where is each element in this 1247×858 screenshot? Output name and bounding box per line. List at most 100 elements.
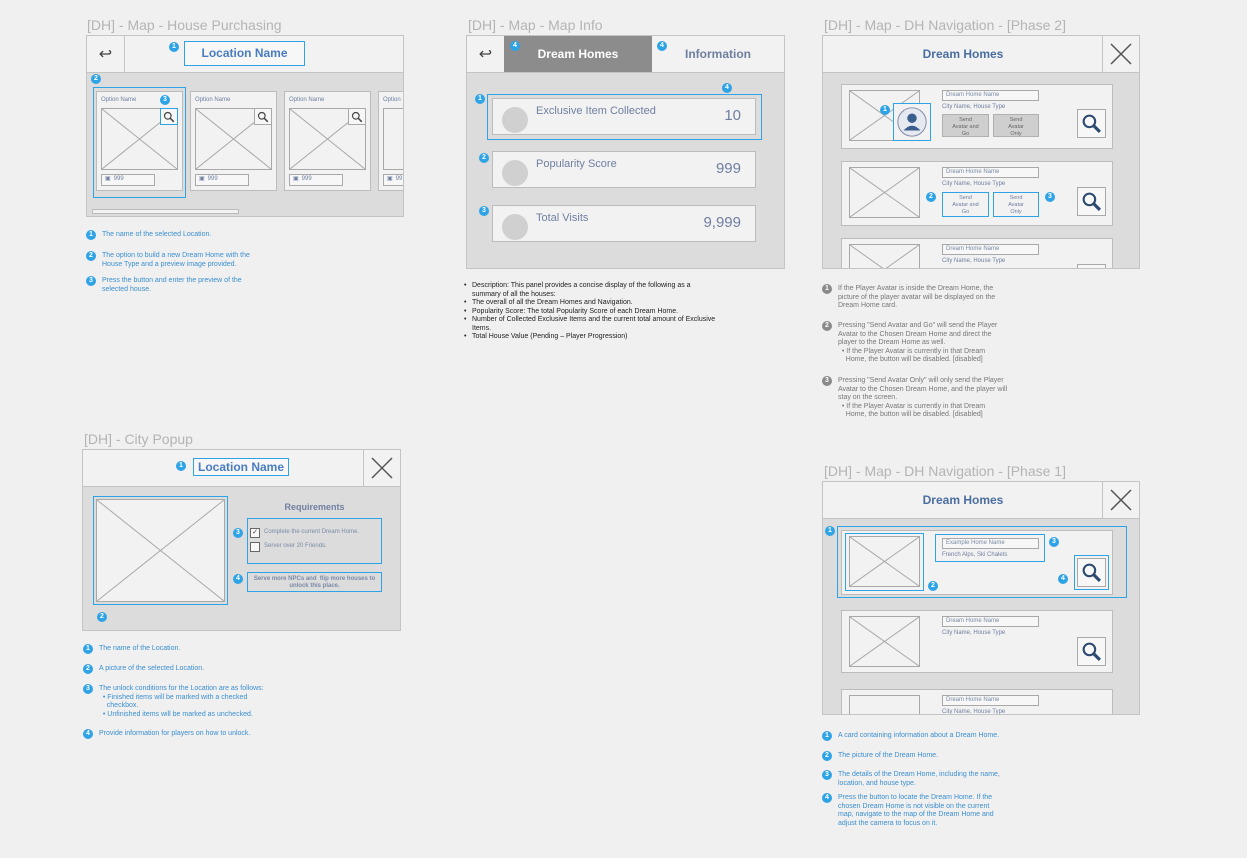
location-name: Location Name — [184, 41, 305, 66]
city-popup-frame: Location Name 1 2 Requirements 3 ✓ Compl… — [82, 449, 401, 631]
send-avatar-only-button[interactable]: Send Avatar Only — [993, 192, 1039, 217]
header-bar: ↩ Location Name — [87, 36, 403, 73]
search-icon[interactable] — [1077, 187, 1106, 216]
city-popup-title: [DH] - City Popup — [84, 431, 193, 447]
tab-bar: ↩ Dream Homes Information 4 4 — [467, 36, 784, 73]
marker-3: 3 — [1049, 537, 1059, 547]
close-icon[interactable] — [1102, 36, 1139, 72]
house-option-card[interactable]: Option Name ▣ 999 — [284, 91, 371, 191]
home-name-field: Dream Home Name — [942, 167, 1039, 178]
send-avatar-go-button-disabled[interactable]: Send Avatar and Go — [942, 114, 989, 137]
back-icon[interactable]: ↩ — [87, 36, 125, 72]
close-icon[interactable] — [1102, 482, 1139, 518]
marker-4: 4 — [657, 41, 667, 51]
search-icon[interactable] — [1077, 264, 1106, 268]
price-field: ▣ 999 — [195, 174, 249, 186]
popularity-icon — [502, 160, 528, 186]
player-avatar — [893, 103, 931, 141]
send-avatar-go-button[interactable]: Send Avatar and Go — [942, 192, 989, 217]
house-purchasing-frame: ↩ Location Name 1 2 Option Name 3 ▣ 999 O… — [86, 35, 404, 217]
home-name-field: Example Home Name — [942, 538, 1039, 549]
location-name: Location Name — [193, 458, 289, 476]
home-name-field: Dream Home Name — [942, 695, 1039, 706]
coin-icon: ▣ — [387, 176, 393, 182]
send-avatar-only-button-disabled[interactable]: Send Avatar Only — [993, 114, 1039, 137]
coin-icon: ▣ — [293, 176, 299, 182]
dream-home-card[interactable]: Dream Home Name City Name, House Type — [841, 689, 1113, 714]
marker-2: 2 — [926, 192, 936, 202]
marker-1: 1 — [880, 105, 890, 115]
tab-dream-homes[interactable]: Dream Homes — [504, 36, 652, 72]
search-icon[interactable] — [1077, 109, 1106, 138]
home-name-field: Dream Home Name — [942, 244, 1039, 255]
exclusive-items-row: Exclusive Item Collected 10 — [492, 98, 756, 135]
marker-3: 3 — [479, 206, 489, 216]
popularity-row: Popularity Score 999 — [492, 151, 756, 188]
requirements-title: Requirements — [284, 502, 345, 512]
home-city-type: City Name, House Type — [942, 181, 1006, 187]
location-picture — [96, 499, 225, 602]
house-option-card[interactable]: Option Name ▣ 999 — [190, 91, 277, 191]
row-label: Total Visits — [536, 212, 589, 224]
marker-1: 1 — [825, 526, 835, 536]
option-name: Option Name — [195, 97, 231, 103]
marker-2: 2 — [91, 74, 101, 84]
marker-2: 2 — [479, 153, 489, 163]
row-value: 9,999 — [703, 214, 741, 231]
header-title: Dream Homes — [922, 47, 1004, 61]
row-value: 999 — [715, 160, 741, 177]
back-icon[interactable]: ↩ — [467, 36, 505, 72]
requirements-box: ✓ Complete the current Dream Home. Serve… — [247, 518, 382, 564]
header-title: Dream Homes — [922, 493, 1004, 507]
header-bar: Dream Homes — [823, 36, 1139, 73]
search-icon[interactable] — [1077, 637, 1106, 666]
dream-home-card[interactable]: Dream Home Name City Name, House Type — [841, 238, 1113, 268]
tab-information[interactable]: Information — [652, 36, 784, 72]
search-icon[interactable] — [160, 108, 178, 125]
home-picture — [849, 695, 920, 714]
close-icon[interactable] — [363, 450, 400, 486]
home-picture — [849, 244, 920, 268]
home-name-field: Dream Home Name — [942, 616, 1039, 627]
requirement-2: Server over 20 Friends. — [264, 543, 327, 549]
map-info-title: [DH] - Map - Map Info — [468, 17, 603, 33]
coin-icon: ▣ — [105, 176, 111, 182]
row-label: Exclusive Item Collected — [536, 105, 656, 117]
dream-home-card[interactable]: 2 Example Home Name French Alps, Ski Cha… — [841, 530, 1113, 595]
home-picture — [849, 536, 920, 587]
item-icon — [502, 107, 528, 133]
price-field: ▣ 99 — [383, 174, 403, 186]
home-city-type: City Name, House Type — [942, 258, 1006, 264]
marker-1: 1 — [176, 461, 186, 471]
marker-4: 4 — [722, 83, 732, 93]
horizontal-scrollbar[interactable] — [92, 209, 239, 214]
header-bar: Dream Homes — [823, 482, 1139, 519]
marker-1: 1 — [169, 42, 179, 52]
price-field: ▣ 999 — [101, 174, 155, 186]
row-value: 10 — [724, 107, 741, 124]
marker-3: 3 — [160, 95, 170, 105]
house-option-card-partial[interactable]: Option ▣ 99 — [378, 91, 403, 191]
unlock-info: Serve more NPCs and flip more houses to … — [247, 572, 382, 592]
map-info-frame: ↩ Dream Homes Information 4 4 4 1 Exclus… — [466, 35, 785, 269]
home-location: French Alps, Ski Chalets — [942, 552, 1008, 558]
marker-4: 4 — [233, 574, 243, 584]
map-info-description: Description: This panel provides a conci… — [464, 282, 715, 342]
home-picture — [849, 167, 920, 218]
search-icon[interactable] — [254, 108, 272, 125]
dream-home-card[interactable]: Dream Home Name City Name, House Type 2 … — [841, 161, 1113, 226]
dream-home-card[interactable]: 1 Dream Home Name City Name, House Type … — [841, 84, 1113, 149]
house-option-card[interactable]: Option Name 3 ▣ 999 — [96, 91, 183, 191]
requirement-1: Complete the current Dream Home. — [264, 529, 360, 535]
dream-home-card[interactable]: Dream Home Name City Name, House Type — [841, 610, 1113, 673]
home-name-field: Dream Home Name — [942, 90, 1039, 101]
nav-phase1-frame: Dream Homes 1 2 Example Home Name French… — [822, 481, 1140, 715]
price-value: 999 — [113, 176, 124, 182]
search-icon[interactable] — [348, 108, 366, 125]
search-icon[interactable] — [1077, 558, 1106, 587]
marker-4: 4 — [1058, 574, 1068, 584]
coin-icon: ▣ — [199, 176, 205, 182]
marker-3: 3 — [1045, 192, 1055, 202]
marker-2: 2 — [97, 612, 107, 622]
checkbox-unchecked — [250, 542, 260, 552]
